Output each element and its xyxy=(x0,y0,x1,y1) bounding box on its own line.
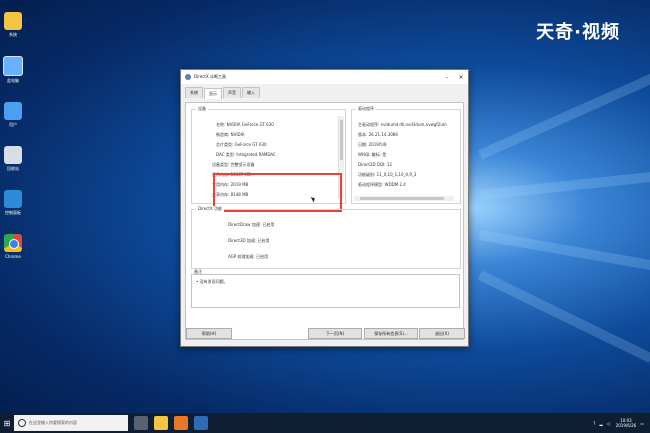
desktop-icon-network[interactable]: 控制面板 xyxy=(2,190,24,216)
help-icon[interactable]: ? xyxy=(593,421,595,426)
minimize-icon[interactable]: – xyxy=(440,70,454,84)
tab-sound[interactable]: 声音 xyxy=(223,87,241,98)
driver-group: 驱动程序 主驱动程序: nvldumd.dll,nvd3dum,nvwgf2um… xyxy=(351,106,461,204)
agp-acceleration: AGP 纹理加速: 已启用 xyxy=(228,254,269,259)
windows-start-icon[interactable]: ⊞ xyxy=(0,413,14,433)
clock[interactable]: 10:03 2019/6/26 xyxy=(616,418,637,428)
device-chip-type: 芯片类型: GeForce GT 630 xyxy=(216,142,267,147)
folder-icon xyxy=(4,12,22,30)
device-name: 名称: NVIDIA GeForce GT 630 xyxy=(216,122,274,127)
desktop-icon-label: 回收站 xyxy=(7,166,19,171)
system-tray: ? ▂ ◁ 10:03 2019/6/26 ▭ xyxy=(589,418,650,428)
dxdiag-icon xyxy=(185,74,191,80)
task-view-icon[interactable] xyxy=(134,416,148,430)
app-icon[interactable] xyxy=(174,416,188,430)
desktop-icon-label: Chrome xyxy=(5,254,21,259)
file-explorer-icon[interactable] xyxy=(154,416,168,430)
wallpaper-beam xyxy=(477,270,650,363)
tab-content: 设备 名称: NVIDIA GeForce GT 630 制造商: NVIDIA… xyxy=(185,102,464,340)
direct3d-acceleration: Direct3D 加速: 已启用 xyxy=(228,238,270,243)
taskbar-search[interactable]: 在这里输入你要搜索的内容 xyxy=(14,415,128,431)
close-icon[interactable]: ✕ xyxy=(454,70,468,84)
desktop-icon-folder[interactable]: 系统 xyxy=(2,12,24,38)
tab-system[interactable]: 系统 xyxy=(185,87,203,98)
directx-group-label: DirectX 功能 xyxy=(196,206,224,212)
notification-icon[interactable]: ▭ xyxy=(640,421,644,426)
desktop-icon-label: 用户 xyxy=(9,122,17,127)
device-type: 设备类型: 完整显示设备 xyxy=(212,162,255,167)
desktop-icon-recycle-bin[interactable]: 回收站 xyxy=(2,146,24,172)
save-all-button[interactable]: 保存所有信息(S)... xyxy=(364,328,418,339)
tab-input[interactable]: 输入 xyxy=(242,87,260,98)
device-group-label: 设备 xyxy=(196,106,208,112)
watermark: 天奇·视频 xyxy=(536,22,620,43)
desktop-icons: 系统 此电脑 用户 回收站 控制面板 Chrome xyxy=(2,12,24,277)
driver-group-label: 驱动程序 xyxy=(356,106,376,112)
driver-version: 版本: 26.21.14.3086 xyxy=(358,132,398,137)
directdraw-acceleration: DirectDraw 加速: 已启用 xyxy=(228,222,275,227)
control-panel-icon xyxy=(4,190,22,208)
scrollbar-thumb[interactable] xyxy=(360,197,444,200)
user-icon xyxy=(4,102,22,120)
desktop-icon-computer[interactable]: 此电脑 xyxy=(2,56,24,84)
dialog-tabs: 系统 显示 声音 输入 xyxy=(181,87,468,99)
chrome-icon xyxy=(4,234,22,252)
search-placeholder: 在这里输入你要搜索的内容 xyxy=(29,420,77,425)
device-dac-type: DAC 类型: Integrated RAMDAC xyxy=(216,152,276,157)
recycle-bin-icon xyxy=(4,146,22,164)
dialog-title: DirectX 诊断工具 xyxy=(194,74,226,79)
volume-icon[interactable]: ◁ xyxy=(607,421,610,426)
desktop-icon-user[interactable]: 用户 xyxy=(2,102,24,128)
tab-display[interactable]: 显示 xyxy=(204,88,222,99)
directx-features-group: DirectX 功能 DirectDraw 加速: 已启用 Direct3D 加… xyxy=(191,206,461,269)
desktop-icon-label: 系统 xyxy=(9,32,17,37)
wallpaper-beam xyxy=(477,73,650,160)
taskbar: ⊞ 在这里输入你要搜索的内容 ? ▂ ◁ 10:03 2019/6/26 ▭ xyxy=(0,413,650,433)
desktop-icon-label: 此电脑 xyxy=(7,78,19,83)
notes-text: • 没有发现问题。 xyxy=(196,279,228,284)
device-manufacturer: 制造商: NVIDIA xyxy=(216,132,245,137)
driver-whql: WHQL 徽标: 是 xyxy=(358,152,387,157)
desktop-icon-chrome[interactable]: Chrome xyxy=(2,234,24,259)
network-icon[interactable]: ▂ xyxy=(600,421,603,426)
cortana-icon xyxy=(18,419,26,427)
dialog-titlebar[interactable]: DirectX 诊断工具 – ✕ xyxy=(181,70,468,84)
help-button[interactable]: 帮助(H) xyxy=(186,328,232,339)
next-page-button[interactable]: 下一页(N) xyxy=(308,328,362,339)
computer-icon xyxy=(3,56,23,76)
wallpaper-beam xyxy=(479,230,650,273)
driver-feature-levels: 功能级别: 11_0,10_1,10_0,9_3 xyxy=(358,172,417,177)
desktop-icon-label: 控制面板 xyxy=(5,210,21,215)
driver-model: 驱动程序模型: WDDM 2.4 xyxy=(358,182,406,187)
driver-date: 日期: 2019/5/8 xyxy=(358,142,387,147)
device-group: 设备 名称: NVIDIA GeForce GT 630 制造商: NVIDIA… xyxy=(191,106,346,212)
wallpaper-beam xyxy=(479,170,650,200)
highlight-box xyxy=(213,173,342,212)
desktop: 天奇·视频 系统 此电脑 用户 回收站 控制面板 Chrome DirectX … xyxy=(0,0,650,433)
driver-main: 主驱动程序: nvldumd.dll,nvd3dum,nvwgf2um xyxy=(358,122,447,127)
scrollbar-thumb[interactable] xyxy=(340,120,343,160)
dxdiag-taskbar-icon[interactable] xyxy=(194,416,208,430)
clock-date: 2019/6/26 xyxy=(615,423,637,428)
exit-button[interactable]: 退出(X) xyxy=(419,328,465,339)
driver-scrollbar[interactable] xyxy=(354,196,454,201)
notes-box: • 没有发现问题。 xyxy=(191,274,460,308)
driver-d3d-ddi: Direct3D DDI: 12 xyxy=(358,162,392,167)
dxdiag-dialog: DirectX 诊断工具 – ✕ 系统 显示 声音 输入 设备 名称: NVID… xyxy=(180,69,469,347)
